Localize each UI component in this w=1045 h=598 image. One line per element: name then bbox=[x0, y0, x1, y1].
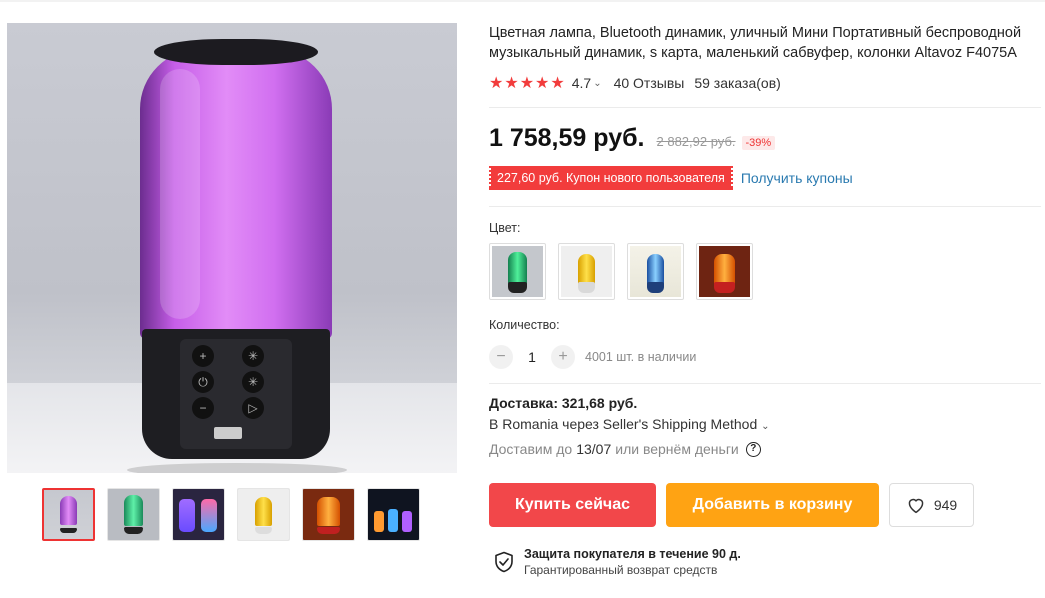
get-coupons-link[interactable]: Получить купоны bbox=[741, 170, 853, 186]
rating-score[interactable]: 4.7 bbox=[572, 75, 591, 91]
buyer-protection: Защита покупателя в течение 90 д. Гарант… bbox=[494, 546, 741, 578]
star-rating-icon: ★★★★★ bbox=[489, 75, 566, 92]
chevron-down-icon[interactable]: ⌄ bbox=[593, 78, 601, 89]
quantity-stepper: − 1 + 4001 шт. в наличии bbox=[489, 345, 696, 369]
minus-icon: − bbox=[192, 397, 214, 419]
stock-count: 4001 шт. в наличии bbox=[585, 350, 697, 364]
divider bbox=[489, 206, 1041, 207]
delivery-suffix: или вернём деньги bbox=[615, 441, 739, 457]
divider bbox=[489, 383, 1041, 384]
orders-count: 59 заказа(ов) bbox=[694, 75, 781, 91]
old-price: 2 882,92 руб. bbox=[656, 134, 736, 149]
sun-icon: ✳ bbox=[242, 345, 264, 367]
thumbnail-purple[interactable] bbox=[42, 488, 95, 541]
reviews-link[interactable]: 40 Отзывы bbox=[614, 75, 685, 91]
speaker-illustration: + ✳ ⏻ ✳ − ▷ bbox=[140, 39, 332, 471]
power-icon: ⏻ bbox=[192, 371, 214, 393]
light-icon: ✳ bbox=[242, 371, 264, 393]
price-row: 1 758,59 руб. 2 882,92 руб. -39% bbox=[489, 124, 776, 153]
color-option-green[interactable] bbox=[489, 243, 546, 300]
shipping-cost: Доставка: 321,68 руб. bbox=[489, 395, 638, 411]
wishlist-button[interactable]: 949 bbox=[889, 483, 974, 527]
color-options bbox=[489, 243, 753, 300]
quantity-input[interactable]: 1 bbox=[513, 349, 551, 365]
add-to-cart-button[interactable]: Добавить в корзину bbox=[666, 483, 879, 527]
thumbnail-orange[interactable] bbox=[302, 488, 355, 541]
quantity-plus-button[interactable]: + bbox=[551, 345, 575, 369]
quantity-minus-button[interactable]: − bbox=[489, 345, 513, 369]
product-page: + ✳ ⏻ ✳ − ▷ Цветная лампа, Bluetooth дин… bbox=[0, 0, 1045, 598]
coupon-row: 227,60 руб. Купон нового пользователя По… bbox=[488, 166, 853, 190]
thumbnail-strip bbox=[42, 488, 420, 541]
protection-text: Защита покупателя в течение 90 д. Гарант… bbox=[524, 546, 741, 578]
speaker-base: + ✳ ⏻ ✳ − ▷ bbox=[142, 329, 330, 459]
divider bbox=[489, 107, 1041, 108]
protection-subtitle: Гарантированный возврат средств bbox=[524, 563, 718, 577]
thumbnail-yellow[interactable] bbox=[237, 488, 290, 541]
shield-check-icon bbox=[495, 551, 513, 573]
color-option-blue[interactable] bbox=[627, 243, 684, 300]
discount-badge: -39% bbox=[741, 136, 776, 150]
quantity-label: Количество: bbox=[489, 318, 560, 332]
thumbnail-multi[interactable] bbox=[172, 488, 225, 541]
chevron-down-icon[interactable]: ⌄ bbox=[761, 421, 769, 432]
color-label: Цвет: bbox=[489, 221, 521, 235]
help-icon[interactable]: ? bbox=[745, 441, 761, 457]
current-price: 1 758,59 руб. bbox=[489, 124, 645, 152]
main-product-image[interactable]: + ✳ ⏻ ✳ − ▷ bbox=[7, 23, 457, 473]
top-divider bbox=[0, 0, 1045, 2]
delivery-estimate: Доставим до 13/07 или вернём деньги ? bbox=[489, 441, 761, 457]
speaker-cap bbox=[154, 39, 318, 65]
color-option-red[interactable] bbox=[696, 243, 753, 300]
speaker-control-panel: + ✳ ⏻ ✳ − ▷ bbox=[180, 339, 292, 449]
coupon-badge: 227,60 руб. Купон нового пользователя bbox=[488, 166, 734, 190]
protection-title: Защита покупателя в течение 90 д. bbox=[524, 547, 741, 561]
buy-now-button[interactable]: Купить сейчас bbox=[489, 483, 656, 527]
shipping-method-text[interactable]: В Romania через Seller's Shipping Method bbox=[489, 416, 757, 432]
usb-port-icon bbox=[214, 427, 242, 439]
play-icon: ▷ bbox=[242, 397, 264, 419]
thumbnail-collection[interactable] bbox=[367, 488, 420, 541]
heart-icon bbox=[908, 498, 924, 514]
delivery-date: 13/07 bbox=[576, 441, 612, 457]
delivery-prefix: Доставим до bbox=[489, 441, 573, 457]
thumbnail-green[interactable] bbox=[107, 488, 160, 541]
color-option-yellow[interactable] bbox=[558, 243, 615, 300]
wishlist-count: 949 bbox=[933, 497, 958, 513]
shipping-method-selector[interactable]: В Romania через Seller's Shipping Method… bbox=[489, 416, 770, 432]
product-title: Цветная лампа, Bluetooth динамик, уличны… bbox=[489, 25, 1022, 61]
speaker-light bbox=[140, 49, 332, 339]
rating-row: ★★★★★ 4.7 ⌄ 40 Отзывы 59 заказа(ов) bbox=[489, 73, 781, 93]
plus-icon: + bbox=[192, 345, 214, 367]
